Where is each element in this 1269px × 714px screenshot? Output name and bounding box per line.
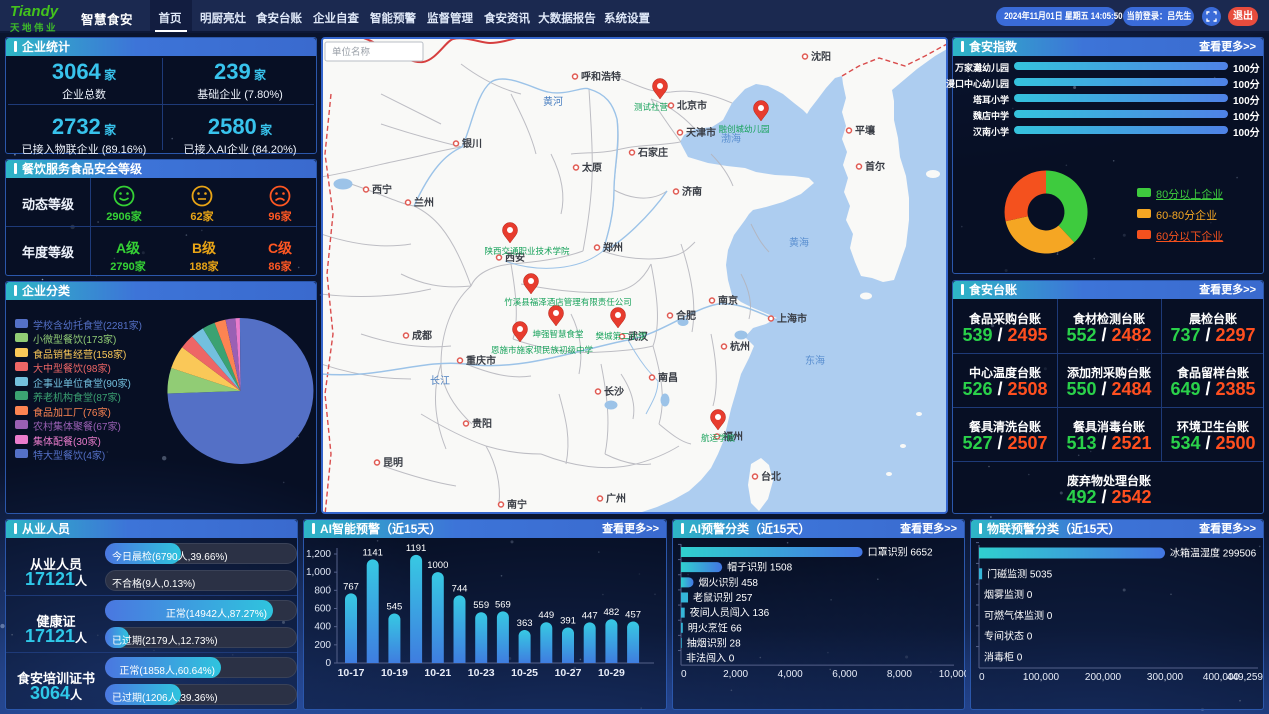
- svg-text:恩施市施家坝民族初级中学: 恩施市施家坝民族初级中学: [491, 345, 594, 355]
- svg-text:西宁: 西宁: [372, 183, 392, 196]
- svg-text:800: 800: [314, 585, 331, 596]
- svg-text:昆明: 昆明: [383, 457, 403, 469]
- svg-text:457: 457: [625, 609, 641, 620]
- svg-text:长江: 长江: [430, 375, 450, 387]
- svg-text:陕西交通职业技术学院: 陕西交通职业技术学院: [484, 246, 570, 256]
- svg-text:449: 449: [538, 610, 554, 621]
- svg-text:重庆市: 重庆市: [466, 354, 496, 367]
- svg-text:呼和浩特: 呼和浩特: [581, 70, 621, 83]
- svg-text:0: 0: [681, 669, 687, 680]
- svg-text:专间状态 0: 专间状态 0: [984, 630, 1033, 643]
- svg-text:沈阳: 沈阳: [811, 50, 831, 63]
- svg-text:可燃气体监测 0: 可燃气体监测 0: [984, 609, 1053, 622]
- svg-text:10,000: 10,000: [939, 669, 966, 680]
- svg-text:767: 767: [343, 581, 359, 592]
- svg-text:0: 0: [979, 672, 985, 683]
- svg-text:老鼠识别 257: 老鼠识别 257: [693, 591, 753, 604]
- svg-text:天津市: 天津市: [686, 126, 716, 139]
- svg-text:10-19: 10-19: [381, 667, 408, 679]
- svg-text:1141: 1141: [362, 547, 382, 558]
- svg-text:10-21: 10-21: [424, 667, 451, 679]
- svg-text:447: 447: [582, 610, 598, 621]
- svg-text:10-23: 10-23: [468, 667, 495, 679]
- svg-text:上海市: 上海市: [777, 312, 807, 325]
- svg-text:363: 363: [517, 618, 533, 629]
- svg-text:竹溪县福泽酒店管理有限责任公司: 竹溪县福泽酒店管理有限责任公司: [504, 297, 632, 307]
- svg-text:帽子识别 1508: 帽子识别 1508: [727, 561, 792, 574]
- svg-text:10-25: 10-25: [511, 667, 538, 679]
- svg-text:郑州: 郑州: [603, 241, 623, 254]
- svg-text:非法闯入 0: 非法闯入 0: [686, 652, 735, 665]
- svg-text:4,000: 4,000: [778, 669, 803, 680]
- svg-text:569: 569: [495, 599, 511, 610]
- svg-text:东海: 东海: [805, 354, 825, 367]
- svg-text:300,000: 300,000: [1147, 672, 1184, 683]
- svg-text:559: 559: [473, 600, 489, 611]
- svg-text:545: 545: [386, 601, 402, 612]
- svg-text:石家庄: 石家庄: [637, 146, 668, 159]
- svg-text:10-27: 10-27: [555, 667, 582, 679]
- svg-text:樊城第二小学: 樊城第二小学: [595, 331, 647, 341]
- svg-text:长沙: 长沙: [604, 385, 624, 398]
- svg-text:449,259: 449,259: [1227, 672, 1264, 683]
- svg-text:10-29: 10-29: [598, 667, 625, 679]
- svg-text:测试社营: 测试社营: [634, 102, 668, 112]
- svg-text:1,200: 1,200: [306, 549, 331, 560]
- svg-text:广州: 广州: [606, 492, 626, 505]
- svg-text:明火烹饪 66: 明火烹饪 66: [688, 621, 742, 634]
- svg-text:北京市: 北京市: [677, 99, 707, 112]
- svg-text:消毒柜 0: 消毒柜 0: [984, 651, 1023, 664]
- svg-text:482: 482: [603, 607, 619, 618]
- svg-text:太原: 太原: [581, 161, 602, 174]
- svg-text:单位名称: 单位名称: [332, 46, 371, 58]
- svg-text:黄河: 黄河: [543, 95, 563, 108]
- svg-text:济南: 济南: [682, 185, 702, 198]
- svg-text:391: 391: [560, 615, 576, 626]
- svg-text:贵阳: 贵阳: [472, 417, 492, 430]
- svg-text:2,000: 2,000: [723, 669, 748, 680]
- svg-text:杭州: 杭州: [730, 340, 750, 353]
- svg-text:8,000: 8,000: [887, 669, 912, 680]
- svg-text:南宁: 南宁: [507, 498, 527, 511]
- svg-text:合肥: 合肥: [675, 309, 696, 322]
- svg-text:抽烟识别 28: 抽烟识别 28: [687, 636, 741, 649]
- svg-text:烟雾监测 0: 烟雾监测 0: [984, 588, 1033, 601]
- svg-text:黄海: 黄海: [789, 236, 809, 249]
- svg-text:200,000: 200,000: [1085, 672, 1122, 683]
- svg-text:6,000: 6,000: [832, 669, 857, 680]
- svg-text:银川: 银川: [462, 137, 482, 150]
- svg-text:首尔: 首尔: [865, 160, 885, 173]
- svg-text:冰箱温湿度 299506: 冰箱温湿度 299506: [1170, 547, 1257, 560]
- svg-text:600: 600: [314, 604, 331, 615]
- svg-text:兰州: 兰州: [414, 196, 434, 209]
- svg-text:门磁监测 5035: 门磁监测 5035: [987, 567, 1052, 580]
- svg-text:400: 400: [314, 622, 331, 633]
- svg-text:1000: 1000: [427, 560, 448, 571]
- svg-text:烟火识别 458: 烟火识别 458: [699, 576, 759, 589]
- svg-text:口罩识别 6652: 口罩识别 6652: [868, 547, 933, 559]
- svg-text:0: 0: [325, 658, 331, 669]
- svg-text:台北: 台北: [761, 470, 781, 483]
- svg-text:融创城幼儿园: 融创城幼儿园: [718, 124, 769, 134]
- svg-text:南京: 南京: [718, 294, 738, 307]
- svg-text:10-17: 10-17: [338, 667, 365, 679]
- svg-text:成都: 成都: [412, 329, 432, 342]
- svg-text:坤强智慧食堂: 坤强智慧食堂: [532, 329, 583, 339]
- svg-text:744: 744: [452, 583, 468, 594]
- svg-text:平壤: 平壤: [855, 124, 876, 137]
- svg-text:南昌: 南昌: [658, 371, 678, 384]
- svg-text:夜间人员闯入 136: 夜间人员闯入 136: [690, 606, 770, 619]
- svg-text:航运学校: 航运学校: [701, 433, 736, 443]
- svg-text:100,000: 100,000: [1023, 672, 1060, 683]
- svg-text:200: 200: [314, 640, 331, 651]
- svg-text:1191: 1191: [406, 543, 426, 554]
- svg-text:1,000: 1,000: [306, 567, 331, 578]
